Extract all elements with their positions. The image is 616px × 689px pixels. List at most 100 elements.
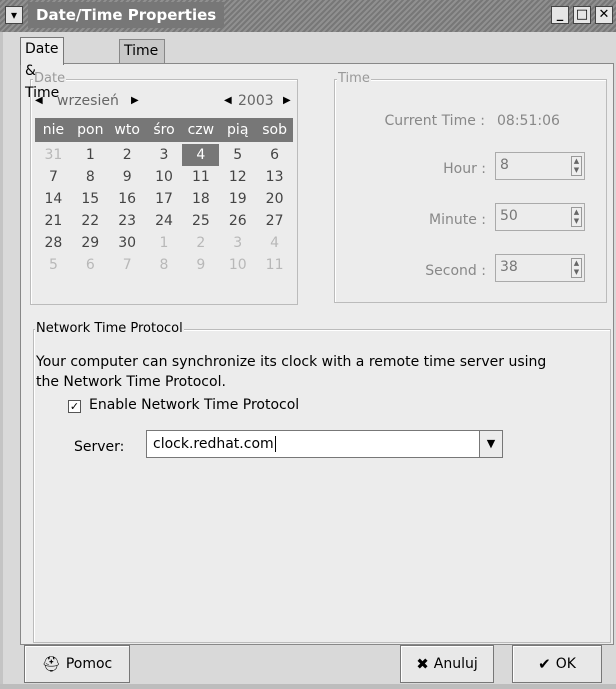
prev-year-icon[interactable]: ◀ — [224, 94, 234, 108]
cancel-button[interactable]: ✖ Anuluj — [400, 645, 494, 683]
calendar-day[interactable]: 7 — [35, 166, 72, 188]
calendar-day[interactable]: 6 — [256, 144, 293, 166]
server-input[interactable]: clock.redhat.com — [146, 430, 480, 458]
close-button[interactable]: ✕ — [595, 6, 613, 24]
help-icon: ⛑ — [41, 655, 61, 673]
maximize-button[interactable]: □ — [573, 6, 591, 24]
calendar-day[interactable]: 28 — [35, 232, 72, 254]
ntp-enable-label[interactable]: Enable Network Time Protocol — [89, 397, 299, 413]
calendar-day[interactable]: 12 — [219, 166, 256, 188]
month-label: wrzesień — [57, 93, 119, 109]
hour-stepper[interactable]: ▲ ▼ — [571, 156, 582, 176]
tab-date-time[interactable]: Date & Time — [20, 37, 65, 101]
calendar-day-other-month[interactable]: 9 — [182, 254, 219, 276]
help-button[interactable]: ⛑ Pomoc — [24, 645, 130, 683]
calendar-day-other-month[interactable]: 4 — [256, 232, 293, 254]
cancel-icon: ✖ — [416, 655, 429, 673]
arrow-up-icon[interactable]: ▲ — [572, 208, 581, 217]
calendar-day[interactable]: 8 — [72, 166, 109, 188]
calendar-day[interactable]: 15 — [72, 188, 109, 210]
calendar-week-row: 5 6 7 8 9 10 11 — [35, 254, 293, 276]
calendar-day[interactable]: 27 — [256, 210, 293, 232]
server-dropdown-button[interactable]: ▼ — [479, 430, 503, 458]
minute-label: Minute : — [429, 212, 486, 228]
window-menu-button[interactable]: ▾ — [5, 6, 23, 24]
calendar-day-other-month[interactable]: 8 — [146, 254, 183, 276]
calendar-day[interactable]: 19 — [219, 188, 256, 210]
calendar-day[interactable]: 10 — [146, 166, 183, 188]
calendar-day-other-month[interactable]: 7 — [109, 254, 146, 276]
calendar-day[interactable]: 2 — [109, 144, 146, 166]
text-caret — [274, 436, 276, 452]
ntp-description: Your computer can synchronize its clock … — [36, 354, 547, 390]
calendar-day-other-month[interactable]: 11 — [256, 254, 293, 276]
next-year-icon[interactable]: ▶ — [283, 94, 293, 108]
calendar-day[interactable]: 20 — [256, 188, 293, 210]
calendar-day-other-month[interactable]: 3 — [219, 232, 256, 254]
current-time-label: Current Time : — [384, 113, 485, 129]
minimize-button[interactable]: _ — [551, 6, 569, 24]
arrow-down-icon[interactable]: ▼ — [572, 217, 581, 226]
second-label: Second : — [425, 263, 486, 279]
calendar-day[interactable]: 11 — [182, 166, 219, 188]
calendar-day-other-month[interactable]: 5 — [35, 254, 72, 276]
calendar-day[interactable]: 23 — [109, 210, 146, 232]
calendar-day-other-month[interactable]: 10 — [219, 254, 256, 276]
hour-spinbox[interactable]: 8 ▲ ▼ — [495, 152, 585, 180]
arrow-up-icon[interactable]: ▲ — [572, 259, 581, 268]
window-title: Date/Time Properties — [28, 2, 225, 28]
calendar-week-row: 31 1 2 3 4 5 6 — [35, 144, 293, 166]
calendar-day[interactable]: 26 — [219, 210, 256, 232]
calendar-day[interactable]: 13 — [256, 166, 293, 188]
weekday-label: czw — [187, 122, 215, 138]
arrow-down-icon[interactable]: ▼ — [572, 268, 581, 277]
tab-time-zone[interactable]: Time Zone — [119, 39, 165, 81]
time-frame: Time Current Time : 08:51:06 Hour : 8 ▲ … — [334, 71, 607, 303]
calendar-day[interactable]: 5 — [219, 144, 256, 166]
current-time-value: 08:51:06 — [497, 113, 560, 129]
calendar-day[interactable]: 1 — [72, 144, 109, 166]
ok-button-label: OK — [555, 656, 576, 672]
calendar-day-other-month[interactable]: 6 — [72, 254, 109, 276]
calendar-day[interactable]: 21 — [35, 210, 72, 232]
calendar-week-row: 28 29 30 1 2 3 4 — [35, 232, 293, 254]
weekday-label: pon — [77, 122, 104, 138]
calendar-day-other-month[interactable]: 2 — [182, 232, 219, 254]
calendar-day[interactable]: 17 — [146, 188, 183, 210]
second-stepper[interactable]: ▲ ▼ — [571, 258, 582, 278]
calendar-header: ◀ wrzesień ▶ ◀ 2003 ▶ — [31, 91, 295, 113]
calendar-day-other-month[interactable]: 31 — [35, 144, 72, 166]
calendar-day[interactable]: 18 — [182, 188, 219, 210]
year-label: 2003 — [238, 93, 274, 109]
close-icon: ✕ — [598, 7, 610, 22]
ntp-legend: Network Time Protocol — [35, 321, 184, 336]
chevron-down-icon: ▼ — [486, 437, 496, 450]
calendar-day[interactable]: 14 — [35, 188, 72, 210]
time-legend: Time — [337, 71, 371, 86]
next-month-icon[interactable]: ▶ — [131, 94, 141, 108]
arrow-up-icon[interactable]: ▲ — [572, 157, 581, 166]
calendar-day[interactable]: 29 — [72, 232, 109, 254]
calendar-day[interactable]: 3 — [146, 144, 183, 166]
calendar-day[interactable]: 9 — [109, 166, 146, 188]
calendar-day[interactable]: 30 — [109, 232, 146, 254]
second-spinbox[interactable]: 38 ▲ ▼ — [495, 254, 585, 282]
calendar-day-other-month[interactable]: 1 — [146, 232, 183, 254]
window-bottom-border — [0, 684, 616, 689]
maximize-icon: □ — [575, 7, 589, 22]
calendar-week-row: 14 15 16 17 18 19 20 — [35, 188, 293, 210]
calendar-day[interactable]: 22 — [72, 210, 109, 232]
calendar-day[interactable]: 25 — [182, 210, 219, 232]
calendar-day[interactable]: 16 — [109, 188, 146, 210]
minute-spinbox[interactable]: 50 ▲ ▼ — [495, 203, 585, 231]
title-bar: ▾ Date/Time Properties _ □ ✕ — [0, 0, 616, 32]
ntp-enable-checkbox[interactable]: ✓ — [68, 400, 81, 413]
ok-button[interactable]: ✔ OK — [512, 645, 602, 683]
weekday-label: śro — [153, 122, 175, 138]
cancel-button-label: Anuluj — [433, 656, 478, 672]
arrow-down-icon[interactable]: ▼ — [572, 166, 581, 175]
minute-stepper[interactable]: ▲ ▼ — [571, 207, 582, 227]
server-label: Server: — [74, 439, 125, 455]
calendar-day[interactable]: 4 — [182, 144, 220, 166]
calendar-day[interactable]: 24 — [146, 210, 183, 232]
